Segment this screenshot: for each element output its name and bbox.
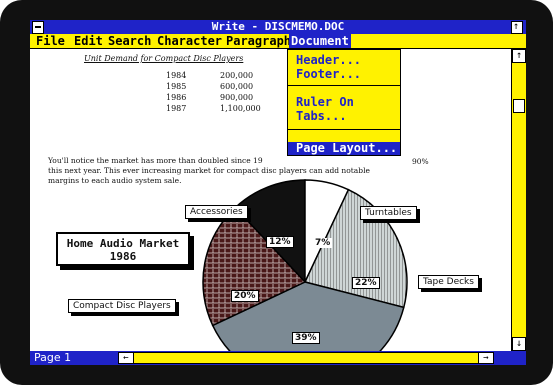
screen: Write - DISCMEMO.DOC File Edit Search Ch…	[30, 20, 526, 365]
status-bar: Page 1 ← →	[30, 351, 526, 365]
page-indicator: Page 1	[34, 351, 72, 364]
maximize-icon[interactable]	[511, 21, 523, 34]
menu-item-ruler-on[interactable]: Ruler On	[296, 96, 354, 109]
scroll-down-icon[interactable]: ↓	[512, 337, 526, 351]
document-menu-dropdown: Header... Footer... Ruler On Tabs... Pag…	[287, 49, 401, 156]
title-bar: Write - DISCMEMO.DOC	[30, 20, 526, 34]
slice-label: 39%	[292, 332, 320, 344]
chart-title-text: Home Audio Market 1986	[66, 237, 180, 263]
legend-compact-disc-players: Compact Disc Players	[68, 299, 176, 313]
legend-turntables: Turntables	[360, 206, 417, 220]
chart-title: Home Audio Market 1986	[56, 232, 190, 266]
menu-separator	[288, 129, 400, 130]
vertical-scroll-thumb[interactable]	[513, 99, 525, 113]
menu-separator	[288, 85, 400, 86]
menu-edit[interactable]: Edit	[74, 34, 103, 48]
slice-label: 7%	[313, 238, 333, 248]
vertical-scrollbar[interactable]: ↑ ↓	[511, 49, 526, 351]
menu-search[interactable]: Search	[108, 34, 151, 48]
menu-bar: File Edit Search Character Paragraph Doc…	[30, 34, 526, 49]
menu-item-page-layout[interactable]: Page Layout...	[296, 142, 397, 155]
legend-accessories: Accessories	[185, 205, 248, 219]
menu-paragraph[interactable]: Paragraph	[226, 34, 291, 48]
menu-item-tabs[interactable]: Tabs...	[296, 110, 347, 123]
menu-item-footer[interactable]: Footer...	[296, 68, 361, 81]
menu-document[interactable]: Document	[289, 34, 351, 48]
menu-file[interactable]: File	[36, 34, 65, 48]
slice-label: 22%	[352, 277, 380, 289]
scroll-left-icon[interactable]: ←	[119, 353, 134, 363]
menu-item-header[interactable]: Header...	[296, 54, 361, 67]
horizontal-scrollbar[interactable]: ← →	[118, 352, 494, 364]
scroll-right-icon[interactable]: →	[478, 353, 493, 363]
slice-label: 12%	[266, 236, 294, 248]
menu-character[interactable]: Character	[157, 34, 222, 48]
window-title: Write - DISCMEMO.DOC	[211, 20, 345, 33]
slice-label: 20%	[231, 290, 259, 302]
document-area[interactable]: Unit Demand for Compact Disc Players 198…	[30, 49, 511, 351]
scroll-up-icon[interactable]: ↑	[512, 49, 526, 63]
legend-tape-decks: Tape Decks	[418, 275, 479, 289]
